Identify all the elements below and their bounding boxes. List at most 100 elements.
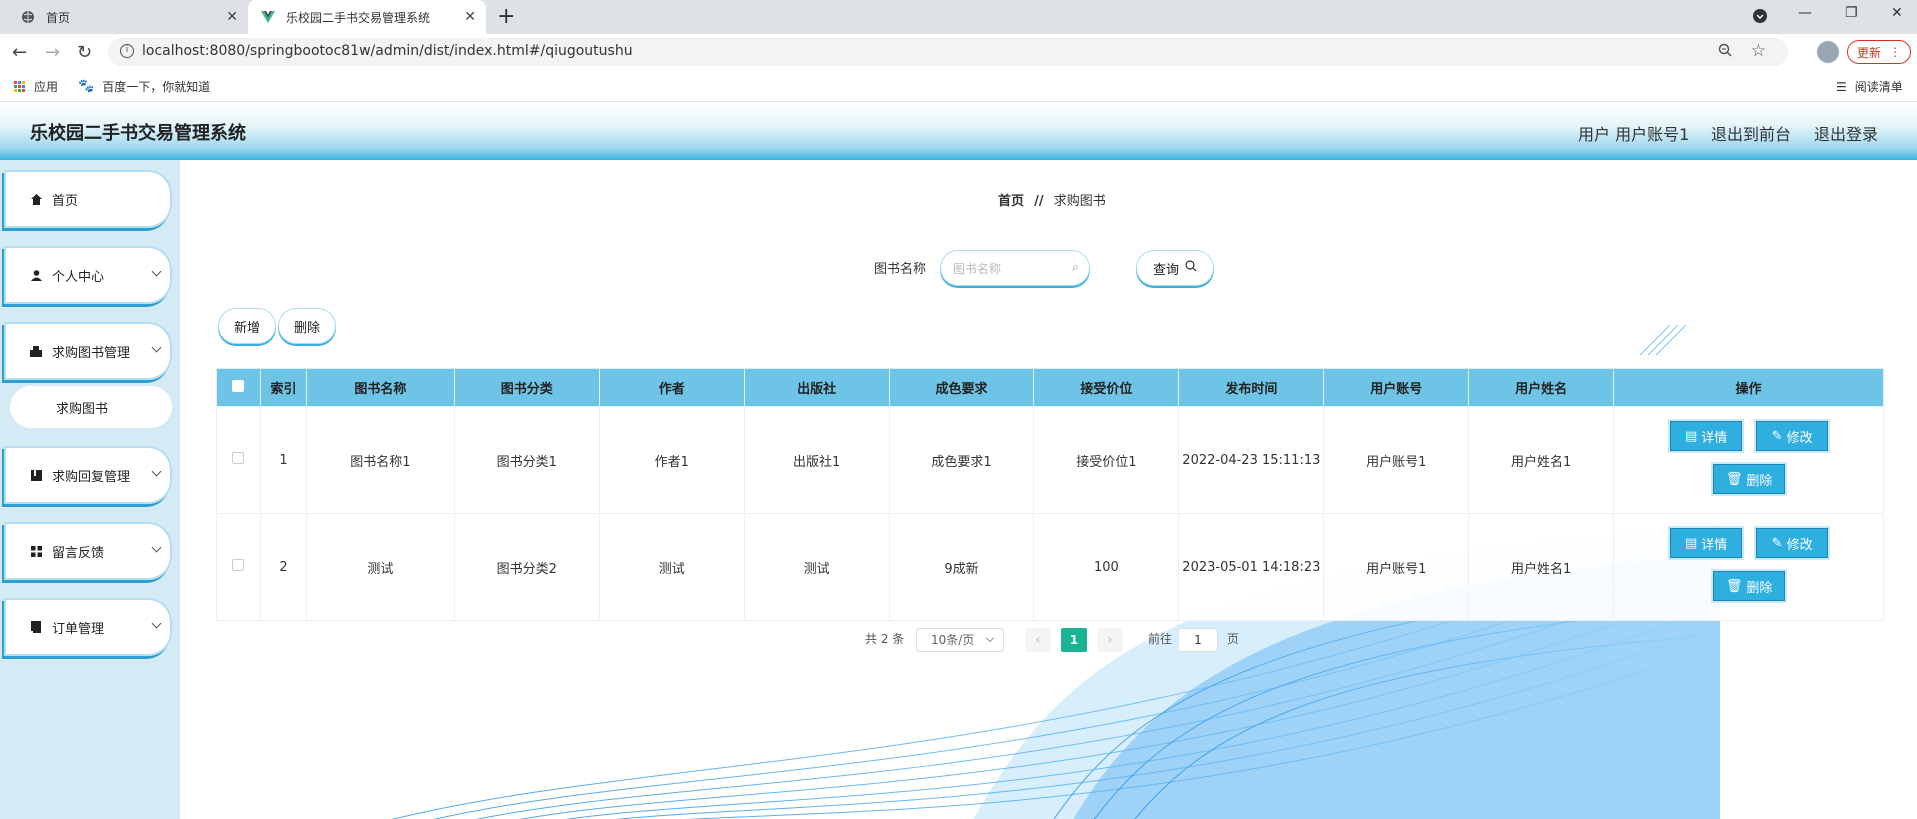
pencil-icon: ✎ [1771, 535, 1783, 551]
detail-label: 详情 [1701, 537, 1728, 553]
detail-button[interactable]: ▤ 详情 [1670, 528, 1743, 558]
user-icon [30, 269, 42, 281]
sidebar: 首页 个人中心 求购图书管理 求购图书 求购回复管理 留言反馈 订单管理 [0, 160, 180, 819]
sidebar-item-book-request[interactable]: 求购图书管理 [4, 322, 172, 380]
chevron-down-icon [151, 542, 162, 553]
chevron-down-icon [985, 633, 995, 643]
reading-list[interactable]: ☰ 阅读清单 [1836, 78, 1903, 95]
bookmark-label: 百度一下，你就知道 [102, 80, 211, 94]
search-input[interactable]: 图书名称 ⌕ [940, 250, 1090, 286]
table-row: 2 测试 图书分类2 测试 测试 9成新 100 2023-05-01 14:1… [216, 513, 1884, 621]
table-cell: 作者1 [598, 406, 745, 514]
edit-button[interactable]: ✎ 修改 [1756, 528, 1829, 558]
sidebar-item-reply[interactable]: 求购回复管理 [4, 446, 172, 504]
add-button[interactable]: 新增 [218, 308, 276, 344]
query-button[interactable]: 查询 [1136, 250, 1214, 286]
row-checkbox[interactable] [232, 452, 245, 464]
table-cell: 测试 [305, 513, 455, 621]
sidebar-item-label: 求购回复管理 [52, 469, 131, 485]
chevron-down-icon [151, 342, 162, 353]
select-all-cell[interactable] [216, 368, 261, 407]
row-checkbox[interactable] [232, 559, 245, 571]
row-delete-button[interactable]: 🗑 删除 [1713, 464, 1786, 494]
close-icon[interactable]: ✕ [226, 9, 238, 25]
column-header: 图书名称 [305, 368, 455, 407]
next-page-button[interactable]: › [1097, 628, 1123, 652]
bookmarks-bar: 应用 🐾 百度一下，你就知道 ☰ 阅读清单 [0, 70, 1917, 102]
pagination-total: 共 2 条 [865, 632, 905, 646]
url-bar[interactable]: i localhost:8080/springbootoc81w/admin/d… [108, 38, 1788, 66]
delete-button[interactable]: 删除 [278, 308, 336, 344]
breadcrumb: 首页 // 求购图书 [998, 190, 1106, 209]
minimize-icon[interactable]: — [1798, 5, 1812, 21]
breadcrumb-current: 求购图书 [1053, 194, 1106, 209]
update-button[interactable]: 更新 ⋮ [1847, 40, 1911, 64]
sidebar-item-orders[interactable]: 订单管理 [4, 598, 172, 656]
column-header: 作者 [598, 368, 745, 407]
row-delete-label: 删除 [1746, 473, 1773, 489]
breadcrumb-home[interactable]: 首页 [998, 194, 1024, 209]
table-cell: 9成新 [888, 513, 1035, 621]
table-cell: 接受价位1 [1033, 406, 1180, 514]
book-icon [30, 345, 42, 357]
close-icon[interactable]: ✕ [464, 9, 476, 25]
zoom-icon[interactable] [1718, 43, 1732, 61]
column-header: 用户姓名 [1468, 368, 1615, 407]
browser-tab-active[interactable]: 乐校园二手书交易管理系统 ✕ [248, 0, 486, 34]
detail-label: 详情 [1701, 430, 1728, 446]
reload-icon[interactable]: ↻ [77, 42, 92, 63]
column-header: 成色要求 [888, 368, 1035, 407]
app-header: 乐校园二手书交易管理系统 用户 用户账号1 退出到前台 退出登录 [0, 102, 1917, 160]
baidu-paw-icon: 🐾 [78, 79, 95, 94]
bookmark-baidu[interactable]: 🐾 百度一下，你就知道 [78, 78, 210, 95]
table-cell: 100 [1033, 513, 1180, 621]
bookmark-label: 应用 [34, 80, 59, 94]
table-cell: 2 [259, 513, 307, 621]
column-header: 操作 [1613, 368, 1884, 407]
detail-button[interactable]: ▤ 详情 [1670, 421, 1743, 451]
avatar[interactable] [1817, 41, 1839, 63]
row-select-cell[interactable] [216, 406, 261, 514]
sidebar-item-profile[interactable]: 个人中心 [4, 246, 172, 304]
chevron-down-icon [151, 618, 162, 629]
back-icon[interactable]: ← [12, 42, 27, 63]
goto-page-input[interactable]: 1 [1178, 628, 1218, 652]
order-icon [30, 621, 42, 633]
tab-search-icon[interactable] [1752, 8, 1768, 28]
window-close-icon[interactable]: ✕ [1891, 5, 1903, 21]
site-info-icon[interactable]: i [120, 44, 134, 58]
back-to-front-link[interactable]: 退出到前台 [1711, 121, 1791, 145]
page-size-select[interactable]: 10条/页 [916, 628, 1004, 652]
bookmark-star-icon[interactable]: ☆ [1751, 41, 1766, 61]
select-all-checkbox[interactable] [232, 379, 245, 392]
sidebar-item-label: 首页 [52, 193, 79, 209]
table-cell: 用户账号1 [1323, 513, 1470, 621]
sidebar-item-home[interactable]: 首页 [4, 170, 172, 228]
logout-link[interactable]: 退出登录 [1814, 121, 1878, 145]
new-tab-icon[interactable]: + [497, 4, 515, 29]
table-cell: 成色要求1 [888, 406, 1035, 514]
document-icon: ▤ [1684, 428, 1698, 444]
search-placeholder: 图书名称 [953, 261, 1002, 276]
forward-icon[interactable]: → [45, 42, 60, 63]
column-header: 出版社 [743, 368, 890, 407]
bookmark-apps[interactable]: 应用 [14, 78, 58, 95]
user-label: 用户 用户账号1 [1578, 125, 1690, 144]
sidebar-item-label: 留言反馈 [52, 545, 105, 561]
row-select-cell[interactable] [216, 513, 261, 621]
row-delete-button[interactable]: 🗑 删除 [1713, 571, 1786, 601]
home-icon [30, 193, 42, 205]
reply-icon [30, 469, 42, 481]
sidebar-subitem-book-request[interactable]: 求购图书 [10, 386, 172, 428]
sidebar-item-feedback[interactable]: 留言反馈 [4, 522, 172, 580]
tab-title: 乐校园二手书交易管理系统 [286, 10, 431, 25]
restore-icon[interactable]: ❐ [1845, 5, 1858, 21]
page-number-current[interactable]: 1 [1061, 628, 1087, 652]
data-table: 索引 图书名称 图书分类 作者 出版社 成色要求 接受价位 发布时间 用户账号 … [216, 368, 1884, 621]
table-cell: 1 [259, 406, 307, 514]
edit-button[interactable]: ✎ 修改 [1756, 421, 1829, 451]
column-header: 发布时间 [1178, 368, 1325, 407]
prev-page-button[interactable]: ‹ [1025, 628, 1051, 652]
browser-tab-home[interactable]: 首页 ✕ [8, 0, 248, 34]
delete-label: 删除 [293, 320, 320, 336]
